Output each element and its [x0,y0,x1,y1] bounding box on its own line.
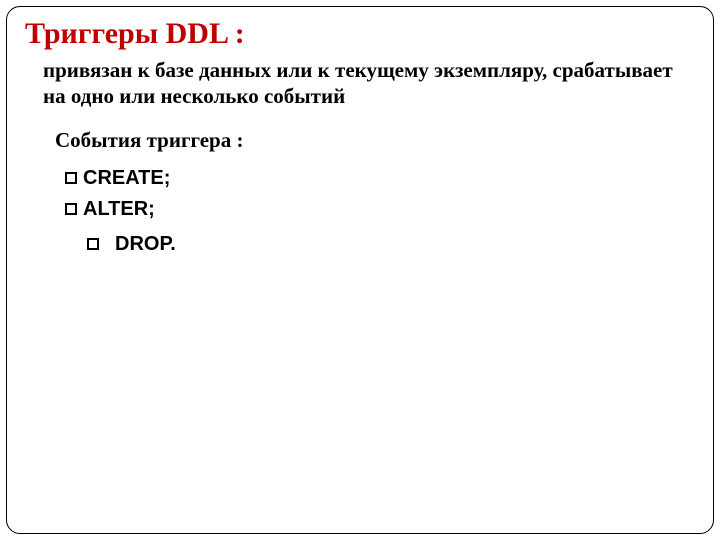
list-item-label: ALTER; [83,198,155,221]
list-item-label: DROP. [115,233,176,256]
slide-title: Триггеры DDL : [25,17,695,51]
list-item: DROP. [87,233,695,256]
slide-description: привязан к базе данных или к текущему эк… [43,57,675,110]
square-bullet-icon [65,172,77,184]
list-item: ALTER; [65,198,695,221]
list-item: CREATE; [65,167,695,190]
slide-frame: Триггеры DDL : привязан к базе данных ил… [6,6,714,534]
list-item-label: CREATE; [83,167,170,190]
event-list: CREATE; ALTER; DROP. [65,167,695,256]
square-bullet-icon [65,203,77,215]
slide-subtitle: События триггера : [55,128,695,153]
square-bullet-icon [87,238,99,250]
